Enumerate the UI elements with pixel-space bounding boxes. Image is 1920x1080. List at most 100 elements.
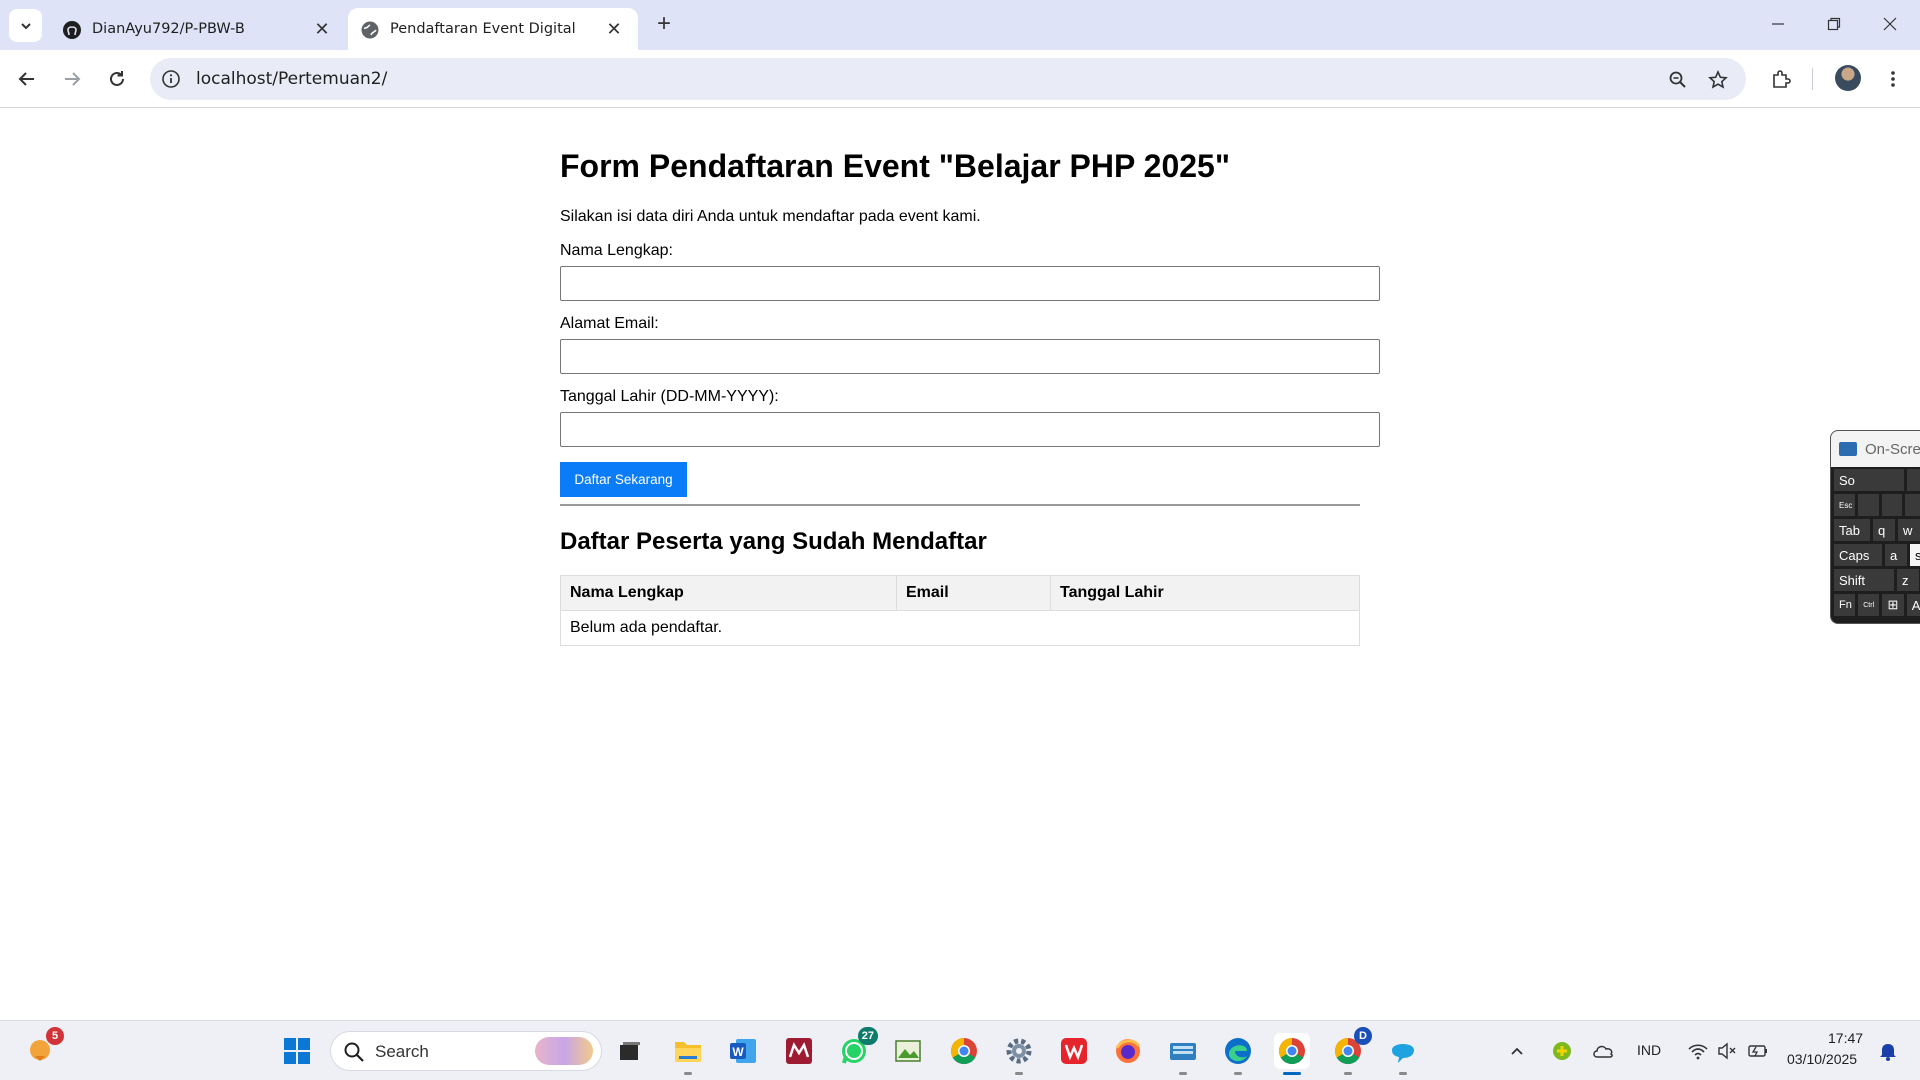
copilot-app[interactable]	[1385, 1033, 1421, 1075]
chrome-profile-app-active[interactable]	[1274, 1033, 1310, 1075]
close-icon[interactable]: ✕	[604, 19, 624, 39]
intro-text: Silakan isi data diri Anda untuk mendaft…	[560, 208, 981, 225]
battery-tray-icon[interactable]	[1744, 1033, 1770, 1069]
osk-key[interactable]: w	[1898, 519, 1920, 541]
name-input[interactable]	[560, 266, 1380, 301]
osk-key[interactable]: Ctrl	[1858, 594, 1880, 616]
taskbar-search[interactable]: Search	[330, 1031, 602, 1071]
osk-key[interactable]: a	[1885, 544, 1907, 566]
osk-key[interactable]: Fn	[1834, 594, 1856, 616]
show-hidden-icons-button[interactable]	[1505, 1033, 1529, 1069]
submit-button[interactable]: Daftar Sekarang	[560, 462, 687, 497]
photos-app[interactable]	[890, 1033, 926, 1069]
window-close-button[interactable]	[1870, 6, 1910, 42]
back-button[interactable]	[10, 62, 44, 96]
clock-date[interactable]: 03/10/2025	[1787, 1051, 1857, 1067]
header-dob: Tanggal Lahir	[1050, 575, 1360, 611]
bookmark-star-icon[interactable]	[1706, 68, 1730, 92]
restore-button[interactable]	[1814, 6, 1854, 42]
table-header-row: Nama Lengkap Email Tanggal Lahir	[560, 575, 1360, 611]
profile-avatar[interactable]	[1835, 65, 1861, 91]
more-vertical-icon	[1891, 71, 1895, 87]
edge-app[interactable]	[1220, 1033, 1256, 1075]
osk-key[interactable]: A	[1906, 594, 1920, 616]
input-language[interactable]: IND	[1637, 1042, 1661, 1058]
tab-search-button[interactable]	[9, 9, 42, 42]
wifi-tray-icon[interactable]	[1684, 1033, 1712, 1069]
close-icon[interactable]: ✕	[312, 19, 332, 39]
osk-key[interactable]: z	[1897, 569, 1919, 591]
mendeley-icon	[786, 1038, 812, 1064]
settings-app[interactable]	[1001, 1033, 1037, 1075]
running-indicator	[1179, 1072, 1187, 1075]
running-indicator	[1283, 1072, 1301, 1075]
chrome-app[interactable]	[946, 1033, 982, 1069]
vpn-tray-icon[interactable]	[1548, 1033, 1576, 1069]
onedrive-tray-icon[interactable]	[1588, 1033, 1618, 1069]
new-tab-button[interactable]: +	[650, 10, 678, 38]
osk-key[interactable]: Tab	[1834, 519, 1870, 541]
clock-time[interactable]: 17:47	[1828, 1030, 1863, 1046]
mendeley-app[interactable]	[781, 1033, 817, 1069]
browser-toolbar: localhost/Pertemuan2/	[0, 50, 1920, 108]
tab-title: DianAyu792/P-PBW-B	[92, 21, 245, 37]
name-label: Nama Lengkap:	[560, 242, 673, 259]
arrow-right-icon	[65, 72, 81, 86]
volume-tray-icon[interactable]	[1714, 1033, 1740, 1069]
profile-badge: D	[1354, 1027, 1372, 1045]
widgets-button[interactable]: 5	[22, 1027, 64, 1069]
running-indicator	[1234, 1072, 1242, 1075]
firefox-app[interactable]	[1110, 1033, 1146, 1069]
osk-key[interactable]: s	[1910, 544, 1920, 566]
site-info-icon[interactable]	[160, 68, 182, 90]
tab-github[interactable]: DianAyu792/P-PBW-B ✕	[50, 8, 346, 50]
forward-button[interactable]	[55, 62, 89, 96]
task-view-icon	[620, 1042, 640, 1060]
windows-key[interactable]: ⊞	[1882, 594, 1904, 616]
email-input[interactable]	[560, 339, 1380, 374]
osk-key[interactable]	[1906, 469, 1920, 491]
osk-key[interactable]: So	[1834, 469, 1904, 491]
task-view-button[interactable]	[612, 1033, 648, 1069]
word-app[interactable]: W	[725, 1033, 761, 1069]
osk-app[interactable]	[1165, 1033, 1201, 1075]
word-icon: W	[730, 1039, 756, 1063]
wps-office-app[interactable]	[1056, 1033, 1092, 1069]
extensions-button[interactable]	[1764, 62, 1798, 96]
on-screen-keyboard[interactable]: On-Scre So Esc Tab q w Caps a s Shift z …	[1830, 430, 1920, 624]
notifications-button[interactable]	[1874, 1033, 1902, 1069]
osk-key[interactable]: q	[1873, 519, 1895, 541]
osk-key[interactable]	[1881, 494, 1903, 516]
keyboard-icon	[1170, 1043, 1196, 1060]
reload-button[interactable]	[100, 62, 134, 96]
chrome-icon	[950, 1037, 977, 1065]
zoom-icon[interactable]	[1666, 68, 1690, 92]
osk-row: Shift z	[1831, 567, 1920, 592]
file-explorer-app[interactable]	[670, 1033, 706, 1075]
folder-icon	[675, 1042, 701, 1062]
chat-bubble-icon	[1392, 1044, 1414, 1063]
bell-icon	[1880, 1044, 1896, 1061]
dob-input[interactable]	[560, 412, 1380, 447]
globe-icon	[360, 20, 380, 40]
osk-title: On-Scre	[1865, 440, 1920, 458]
reload-icon	[110, 71, 124, 86]
tab-pendaftaran[interactable]: Pendaftaran Event Digital ✕	[348, 8, 638, 50]
address-bar[interactable]: localhost/Pertemuan2/	[150, 58, 1746, 100]
cloud-icon	[1593, 1045, 1613, 1058]
osk-key[interactable]: Shift	[1834, 569, 1894, 591]
osk-key[interactable]: Caps	[1834, 544, 1882, 566]
osk-titlebar[interactable]: On-Scre	[1831, 431, 1920, 467]
minimize-button[interactable]	[1758, 6, 1798, 42]
osk-key[interactable]: Esc	[1834, 494, 1855, 516]
url-text[interactable]: localhost/Pertemuan2/	[196, 69, 387, 89]
browser-menu-button[interactable]	[1876, 62, 1910, 96]
running-indicator	[684, 1072, 692, 1075]
whatsapp-app[interactable]: 27	[836, 1027, 878, 1069]
page-title: Form Pendaftaran Event "Belajar PHP 2025…	[560, 148, 1231, 184]
osk-key[interactable]	[1905, 494, 1920, 516]
osk-key[interactable]	[1857, 494, 1879, 516]
restore-icon	[1827, 17, 1841, 31]
chrome-profile-app[interactable]: D	[1330, 1027, 1372, 1075]
start-button[interactable]	[279, 1033, 315, 1069]
